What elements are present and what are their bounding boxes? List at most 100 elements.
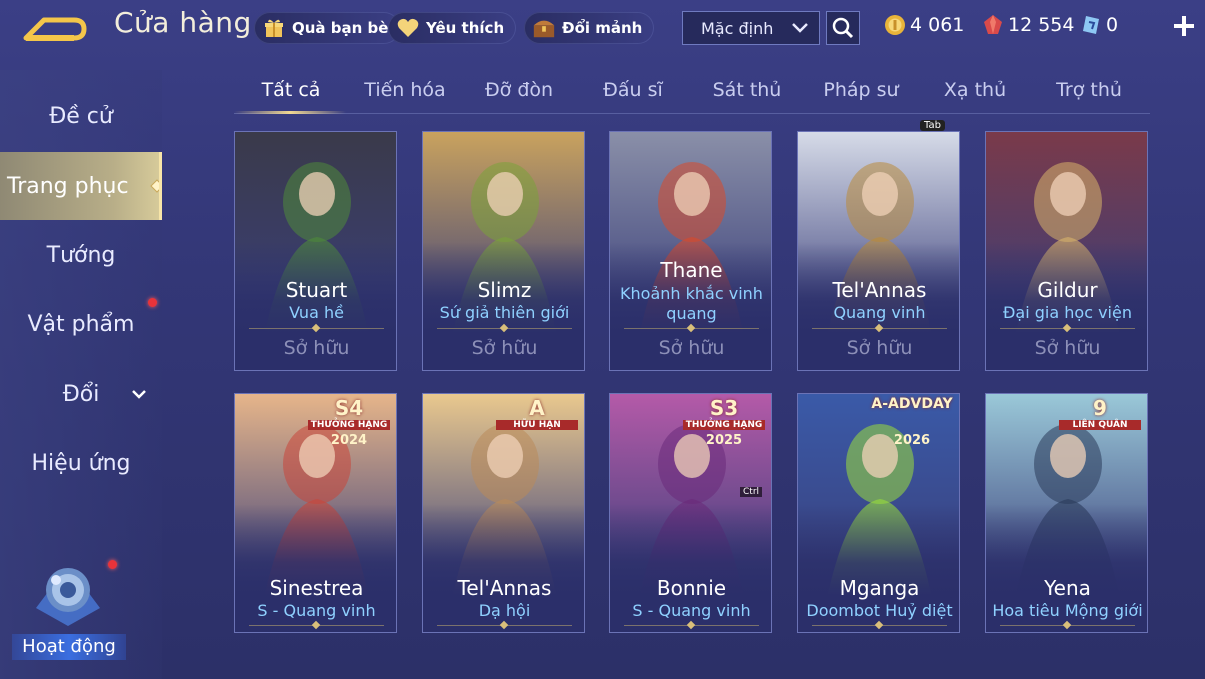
sidebar-item-heroes[interactable]: Tướng bbox=[0, 221, 162, 289]
tab-key-hint: Tab bbox=[920, 120, 945, 131]
badge-subtitle: LIÊN QUÂN bbox=[1059, 420, 1141, 430]
card-divider bbox=[1000, 625, 1135, 626]
ctrl-key-hint: Ctrl bbox=[740, 487, 763, 497]
voucher-amount: 0 bbox=[1106, 14, 1119, 36]
page-title: Cửa hàng bbox=[114, 6, 252, 39]
card-divider bbox=[812, 625, 947, 626]
gold-counter: 4 061 bbox=[884, 14, 964, 36]
exchange-fragments-label: Đổi mảnh bbox=[562, 19, 643, 37]
badge-subtitle: HỮU HẠN bbox=[496, 420, 578, 430]
tab-marksman[interactable]: Xạ thủ bbox=[918, 68, 1032, 113]
card-divider bbox=[249, 328, 384, 329]
hero-name: Stuart bbox=[285, 278, 348, 302]
friend-gift-button[interactable]: Quà bạn bè bbox=[254, 12, 401, 44]
skin-card[interactable]: Tel'Annas Quang vinh Sở hữu bbox=[797, 131, 960, 371]
tab-assassin[interactable]: Sát thủ bbox=[690, 68, 804, 113]
sidebar-item-effects[interactable]: Hiệu ứng bbox=[0, 429, 162, 497]
gold-coin-icon bbox=[885, 15, 905, 35]
skin-card[interactable]: Slimz Sứ giả thiên giới Sở hữu bbox=[422, 131, 585, 371]
skin-name: Dạ hội bbox=[478, 601, 531, 620]
activity-button[interactable]: Hoạt động bbox=[12, 560, 126, 660]
notification-dot bbox=[108, 560, 117, 569]
badge-title: S3 bbox=[709, 396, 739, 420]
badge-title: A-ADVDAY bbox=[871, 396, 953, 412]
owned-status: Sở hữu bbox=[1034, 337, 1101, 359]
sidebar-item-label: Hiệu ứng bbox=[31, 450, 131, 476]
card-divider bbox=[624, 328, 759, 329]
skin-name: Sứ giả thiên giới bbox=[439, 303, 570, 322]
sidebar-item-skins[interactable]: Trang phục bbox=[0, 152, 162, 220]
badge-subtitle: THƯỞNG HẠNG bbox=[683, 420, 765, 430]
exchange-fragments-button[interactable]: Đổi mảnh bbox=[524, 12, 655, 44]
tab-mage[interactable]: Pháp sư bbox=[804, 68, 918, 113]
tab-all[interactable]: Tất cả bbox=[234, 68, 348, 114]
gift-icon bbox=[262, 16, 286, 40]
skin-name: Hoa tiêu Mộng giới bbox=[992, 601, 1143, 620]
skin-name: Đại gia học viện bbox=[1003, 303, 1132, 322]
sidebar: Đề cử Trang phục Tướng Vật phẩm Đổi Hiệu… bbox=[0, 70, 162, 679]
skin-card[interactable]: Gildur Đại gia học viện Sở hữu bbox=[985, 131, 1148, 371]
skin-badge: 9 LIÊN QUÂN bbox=[1055, 396, 1145, 454]
sidebar-item-label: Đổi bbox=[62, 381, 100, 407]
owned-status: Sở hữu bbox=[471, 337, 538, 359]
skin-card[interactable]: Stuart Vua hề Sở hữu bbox=[234, 131, 397, 371]
sidebar-item-label: Tướng bbox=[46, 242, 116, 268]
badge-year: 2024 bbox=[330, 433, 368, 448]
skin-badge: A HỮU HẠN bbox=[492, 396, 582, 454]
gem-counter: 12 554 bbox=[982, 14, 1074, 36]
skin-card[interactable]: Tel'Annas Dạ hội Sở hữuAHỮU HẠN bbox=[422, 393, 585, 633]
hero-name: Bonnie bbox=[656, 576, 727, 600]
voucher-card-icon bbox=[1083, 16, 1099, 34]
heart-icon bbox=[396, 16, 420, 40]
back-arrow-icon[interactable] bbox=[22, 8, 90, 46]
tab-evolution[interactable]: Tiến hóa bbox=[348, 68, 462, 113]
hero-name: Gildur bbox=[1037, 278, 1098, 302]
category-tabs: Tất cả Tiến hóa Đỡ đòn Đấu sĩ Sát thủ Ph… bbox=[234, 68, 1150, 114]
hero-name: Thane bbox=[660, 258, 723, 282]
treasure-chest-icon bbox=[532, 16, 556, 40]
tab-support[interactable]: Trợ thủ bbox=[1032, 68, 1146, 113]
skin-name: Doombot Huỷ diệt bbox=[806, 601, 953, 620]
sidebar-item-label: Trang phục bbox=[7, 173, 129, 199]
favorites-label: Yêu thích bbox=[426, 19, 505, 37]
sidebar-item-recommended[interactable]: Đề cử bbox=[0, 82, 162, 150]
skin-card[interactable]: Yena Hoa tiêu Mộng giới Sở hữu9LIÊN QUÂN bbox=[985, 393, 1148, 633]
favorites-button[interactable]: Yêu thích bbox=[388, 12, 517, 44]
skin-name: S - Quang vinh bbox=[632, 601, 751, 620]
search-button[interactable] bbox=[826, 11, 860, 45]
sidebar-item-label: Đề cử bbox=[49, 103, 113, 129]
owned-status: Sở hữu bbox=[283, 337, 350, 359]
sidebar-item-exchange[interactable]: Đổi bbox=[0, 360, 162, 428]
activity-orb-icon bbox=[36, 568, 100, 626]
activity-label: Hoạt động bbox=[12, 634, 126, 660]
skin-card[interactable]: Bonnie S - Quang vinh Sở hữuS3THƯỞNG HẠN… bbox=[609, 393, 772, 633]
sidebar-item-items[interactable]: Vật phẩm bbox=[0, 290, 162, 358]
skin-name: Khoảnh khắc vinh quang bbox=[620, 284, 763, 323]
owned-status: Sở hữu bbox=[846, 337, 913, 359]
skin-card[interactable]: Mganga Doombot Huỷ diệt Sở hữuA-ADVDAY20… bbox=[797, 393, 960, 633]
card-divider bbox=[437, 328, 572, 329]
skin-card[interactable]: Thane Khoảnh khắc vinh quang Sở hữu bbox=[609, 131, 772, 371]
tab-fighter[interactable]: Đấu sĩ bbox=[576, 68, 690, 113]
badge-title: 9 bbox=[1093, 396, 1107, 420]
hero-name: Slimz bbox=[477, 278, 532, 302]
skin-badge: S3 THƯỞNG HẠNG 2025 bbox=[679, 396, 769, 454]
skin-badge: A-ADVDAY 2026 bbox=[867, 396, 957, 454]
badge-year: 2025 bbox=[705, 433, 743, 448]
hero-name: Tel'Annas bbox=[457, 576, 552, 600]
skin-name: Quang vinh bbox=[833, 303, 926, 322]
card-divider bbox=[812, 328, 947, 329]
top-bar: Cửa hàng Quà bạn bè Yêu thích Đổi mảnh M… bbox=[0, 0, 1205, 56]
add-currency-button[interactable] bbox=[1170, 10, 1198, 42]
diamond-marker-icon bbox=[150, 179, 162, 193]
chevron-down-icon bbox=[792, 23, 808, 33]
card-divider bbox=[624, 625, 759, 626]
card-divider bbox=[249, 625, 384, 626]
skin-card[interactable]: Sinestrea S - Quang vinh Sở hữuS4THƯỞNG … bbox=[234, 393, 397, 633]
tab-tank[interactable]: Đỡ đòn bbox=[462, 68, 576, 113]
sort-dropdown[interactable]: Mặc định bbox=[682, 11, 820, 45]
badge-title: S4 bbox=[334, 396, 364, 420]
hero-name: Sinestrea bbox=[269, 576, 364, 600]
sort-value: Mặc định bbox=[701, 18, 774, 38]
owned-status: Sở hữu bbox=[658, 337, 725, 359]
